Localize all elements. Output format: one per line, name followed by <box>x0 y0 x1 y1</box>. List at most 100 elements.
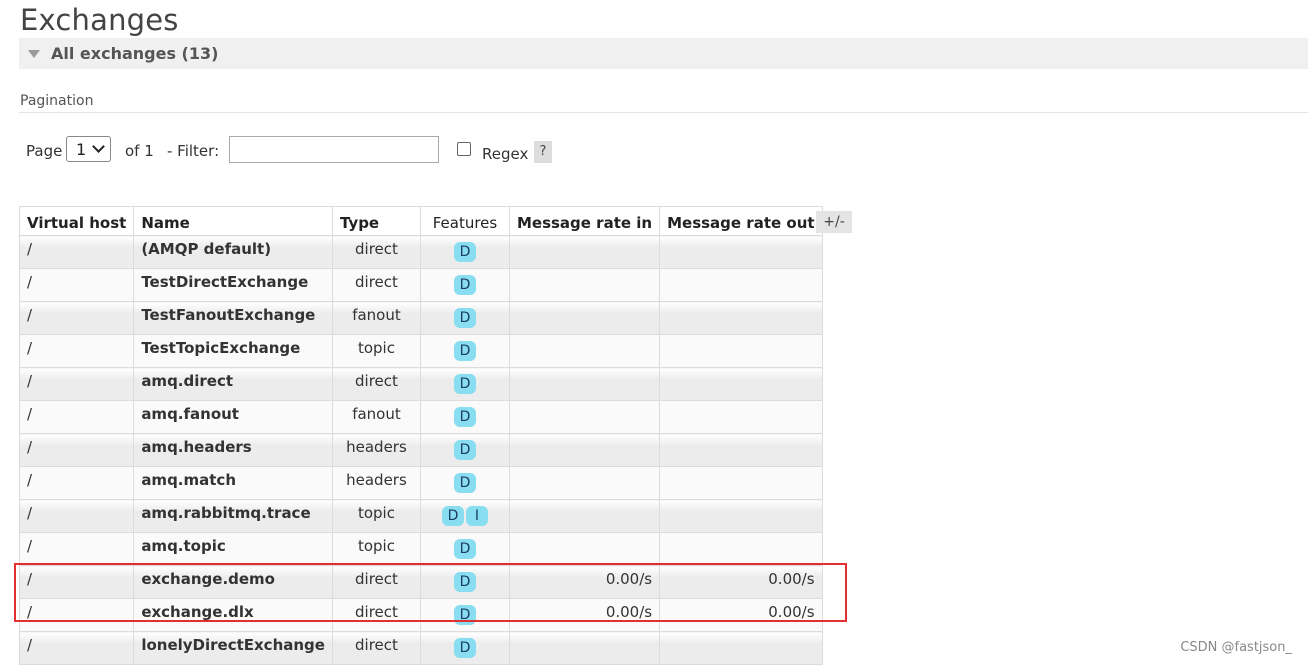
virtual-host-cell: / <box>18 367 135 401</box>
table-row: / TestDirectExchange direct D <box>18 268 823 302</box>
feature-badge: I <box>465 506 488 526</box>
virtual-host-cell: / <box>18 631 135 665</box>
all-exchanges-section-toggle[interactable]: All exchanges (13) <box>19 38 1308 69</box>
message-rate-in-cell <box>508 532 661 566</box>
page-label: Page <box>26 142 63 160</box>
feature-badge: D <box>453 572 476 592</box>
exchange-name-link[interactable]: (AMQP default) <box>133 235 333 269</box>
message-rate-in-cell: 0.00/s <box>508 598 661 632</box>
feature-badge: D <box>453 242 476 262</box>
virtual-host-cell: / <box>18 301 135 335</box>
feature-badge: D <box>453 308 476 328</box>
table-row: / TestTopicExchange topic D <box>18 334 823 368</box>
message-rate-out-cell <box>659 433 823 467</box>
type-cell: topic <box>331 499 421 533</box>
column-header-type[interactable]: Type <box>331 206 421 236</box>
exchange-name-link[interactable]: exchange.demo <box>133 565 333 599</box>
type-cell: direct <box>331 235 421 269</box>
virtual-host-cell: / <box>18 268 135 302</box>
exchange-name-link[interactable]: TestFanoutExchange <box>133 301 333 335</box>
features-cell: D <box>419 598 510 632</box>
exchange-name-link[interactable]: exchange.dlx <box>133 598 333 632</box>
exchange-name-link[interactable]: amq.direct <box>133 367 333 401</box>
feature-badge: D <box>453 341 476 361</box>
feature-badge: D <box>453 407 476 427</box>
message-rate-out-cell <box>659 301 823 335</box>
filter-label: - Filter: <box>167 142 220 160</box>
message-rate-in-cell <box>508 334 661 368</box>
features-cell: D <box>419 334 510 368</box>
virtual-host-cell: / <box>18 499 135 533</box>
exchange-name-link[interactable]: amq.match <box>133 466 333 500</box>
features-cell: D <box>419 466 510 500</box>
exchange-name-link[interactable]: amq.topic <box>133 532 333 566</box>
features-cell: D <box>419 400 510 434</box>
features-cell: D <box>419 565 510 599</box>
column-header-message-rate-out[interactable]: Message rate out <box>659 206 823 236</box>
exchange-name-link[interactable]: lonelyDirectExchange <box>133 631 333 665</box>
table-row: / exchange.dlx direct D 0.00/s 0.00/s <box>18 598 823 632</box>
features-cell: D <box>419 301 510 335</box>
exchange-name-link[interactable]: TestDirectExchange <box>133 268 333 302</box>
regex-label: Regex <box>482 145 529 163</box>
exchanges-table: Virtual host Name Type Features Message … <box>18 206 823 665</box>
column-header-features: Features <box>419 206 510 236</box>
features-cell: D <box>419 433 510 467</box>
page-select[interactable]: 1 <box>66 136 111 162</box>
watermark: CSDN @fastjson_ <box>1180 640 1292 655</box>
exchange-name-link[interactable]: amq.rabbitmq.trace <box>133 499 333 533</box>
exchange-name-link[interactable]: amq.headers <box>133 433 333 467</box>
message-rate-in-cell <box>508 301 661 335</box>
virtual-host-cell: / <box>18 532 135 566</box>
message-rate-out-cell <box>659 400 823 434</box>
feature-badge: D <box>453 605 476 625</box>
column-toggle-button[interactable]: +/- <box>816 211 852 233</box>
exchange-name-link[interactable]: amq.fanout <box>133 400 333 434</box>
regex-checkbox[interactable] <box>457 142 471 156</box>
column-header-message-rate-in[interactable]: Message rate in <box>508 206 661 236</box>
type-cell: direct <box>331 268 421 302</box>
regex-help-button[interactable]: ? <box>534 141 552 163</box>
filter-input[interactable] <box>229 136 439 163</box>
message-rate-out-cell <box>659 532 823 566</box>
message-rate-out-cell <box>659 235 823 269</box>
message-rate-in-cell <box>508 631 661 665</box>
divider <box>19 112 1308 113</box>
type-cell: headers <box>331 466 421 500</box>
table-row: / lonelyDirectExchange direct D <box>18 631 823 665</box>
column-header-name[interactable]: Name <box>133 206 333 236</box>
collapse-arrow-icon <box>28 50 40 58</box>
table-row: / amq.match headers D <box>18 466 823 500</box>
features-cell: D <box>419 268 510 302</box>
message-rate-out-cell <box>659 334 823 368</box>
table-row: / amq.fanout fanout D <box>18 400 823 434</box>
virtual-host-cell: / <box>18 334 135 368</box>
message-rate-out-cell: 0.00/s <box>659 598 823 632</box>
features-cell: D <box>419 235 510 269</box>
type-cell: direct <box>331 631 421 665</box>
message-rate-out-cell <box>659 367 823 401</box>
section-label: All exchanges (13) <box>51 44 219 63</box>
exchange-name-link[interactable]: TestTopicExchange <box>133 334 333 368</box>
type-cell: fanout <box>331 301 421 335</box>
message-rate-in-cell <box>508 268 661 302</box>
message-rate-in-cell <box>508 367 661 401</box>
type-cell: direct <box>331 367 421 401</box>
virtual-host-cell: / <box>18 433 135 467</box>
message-rate-out-cell <box>659 499 823 533</box>
type-cell: direct <box>331 565 421 599</box>
type-cell: direct <box>331 598 421 632</box>
message-rate-out-cell <box>659 268 823 302</box>
type-cell: topic <box>331 532 421 566</box>
column-header-virtual-host[interactable]: Virtual host <box>18 206 135 236</box>
table-row: / TestFanoutExchange fanout D <box>18 301 823 335</box>
message-rate-in-cell <box>508 499 661 533</box>
virtual-host-cell: / <box>18 565 135 599</box>
table-row: / amq.direct direct D <box>18 367 823 401</box>
message-rate-in-cell <box>508 400 661 434</box>
feature-badge: D <box>441 506 464 526</box>
message-rate-out-cell <box>659 631 823 665</box>
table-row: / amq.headers headers D <box>18 433 823 467</box>
virtual-host-cell: / <box>18 235 135 269</box>
message-rate-in-cell <box>508 433 661 467</box>
